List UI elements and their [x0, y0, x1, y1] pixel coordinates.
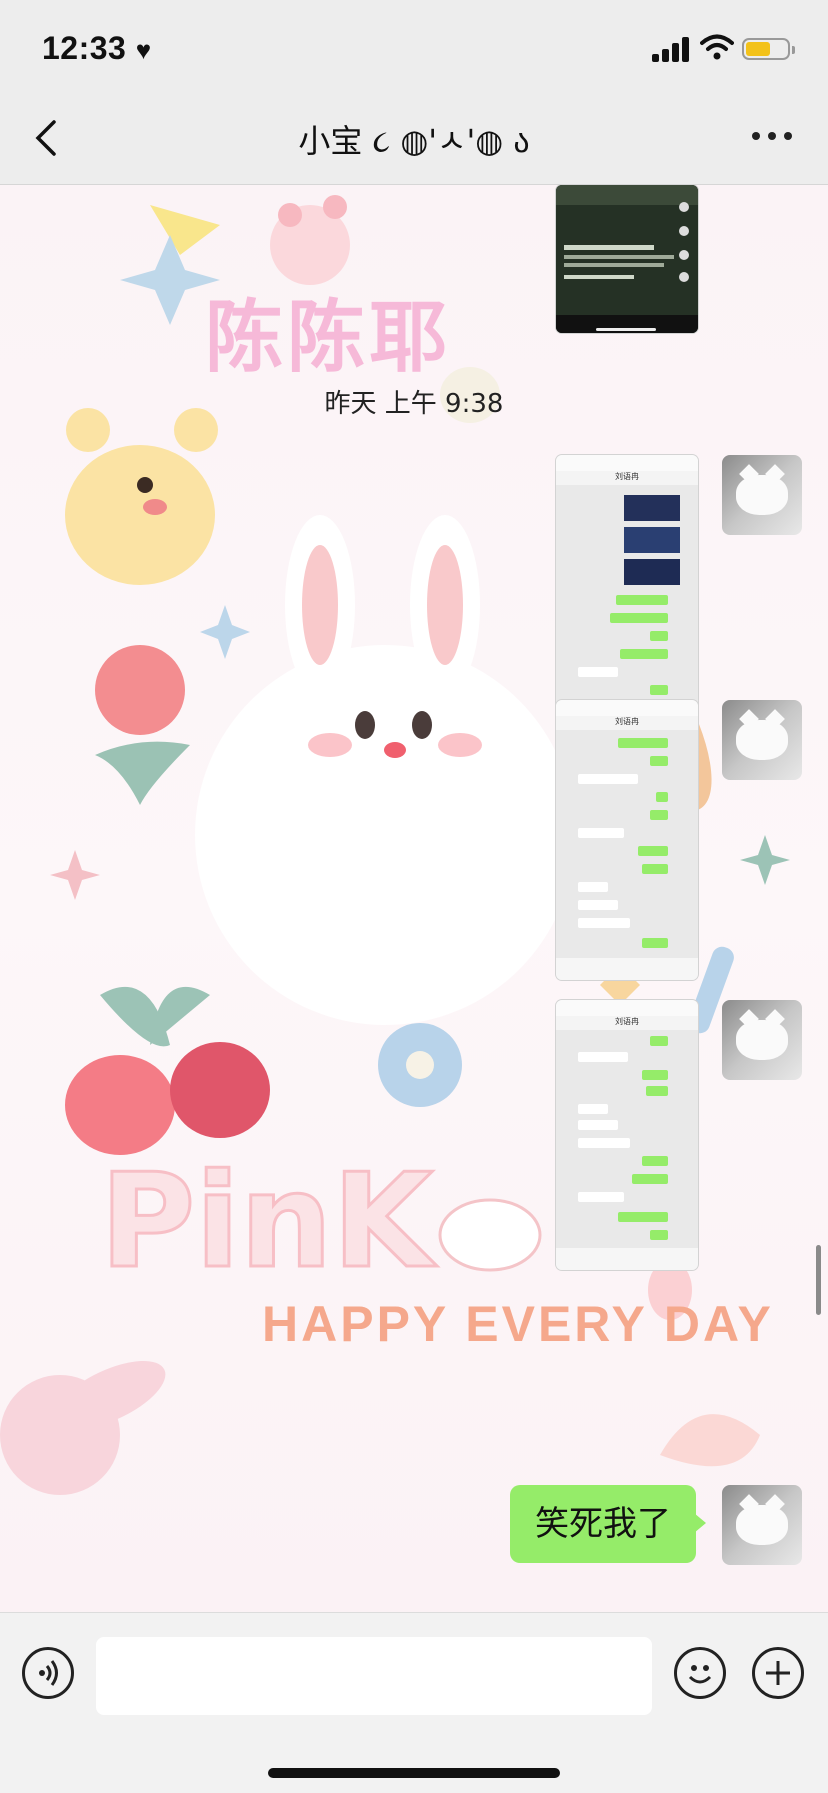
status-bar: 12:33 ♥	[0, 0, 828, 90]
video-thumbnail	[556, 185, 698, 333]
home-indicator[interactable]	[268, 1768, 560, 1778]
image-message[interactable]: 刘语冉	[556, 455, 698, 733]
wallpaper-name-text: 陈陈耶	[205, 293, 452, 383]
screenshot-status	[556, 455, 698, 471]
message-timestamp: 昨天 上午 9:38	[324, 389, 504, 419]
chat-title[interactable]: 小宝 ૮ ◍'ㅅ'◍ ა	[0, 116, 828, 162]
battery-icon	[742, 38, 795, 60]
plus-icon[interactable]	[752, 1647, 804, 1699]
chat-area[interactable]: 陈陈耶 PinK HAPPY EVERY DAY 昨天 上午 9:38 刘语冉	[0, 185, 828, 1612]
emoji-icon[interactable]	[674, 1647, 726, 1699]
wallpaper-pink-text: PinK	[98, 1144, 434, 1299]
signal-icon	[652, 36, 692, 62]
scrollbar[interactable]	[816, 1245, 821, 1315]
image-message[interactable]: 刘语冉	[556, 700, 698, 980]
chat-header: 小宝 ૮ ◍'ㅅ'◍ ა	[0, 90, 828, 185]
message-input[interactable]	[96, 1637, 652, 1715]
status-time: 12:33 ♥	[42, 30, 152, 66]
image-message[interactable]	[556, 185, 698, 333]
avatar[interactable]	[722, 1000, 802, 1080]
avatar[interactable]	[722, 700, 802, 780]
image-message[interactable]: 刘语冉	[556, 1000, 698, 1270]
wifi-icon	[700, 34, 734, 60]
text-message[interactable]: 笑死我了	[510, 1485, 706, 1563]
wallpaper-happy-text: HAPPY EVERY DAY	[262, 1296, 774, 1352]
input-bar	[0, 1612, 828, 1793]
avatar[interactable]	[722, 1485, 802, 1565]
more-dots-icon[interactable]	[752, 132, 792, 142]
avatar[interactable]	[722, 455, 802, 535]
screenshot-title: 刘语冉	[556, 471, 698, 485]
voice-icon[interactable]	[22, 1647, 74, 1699]
